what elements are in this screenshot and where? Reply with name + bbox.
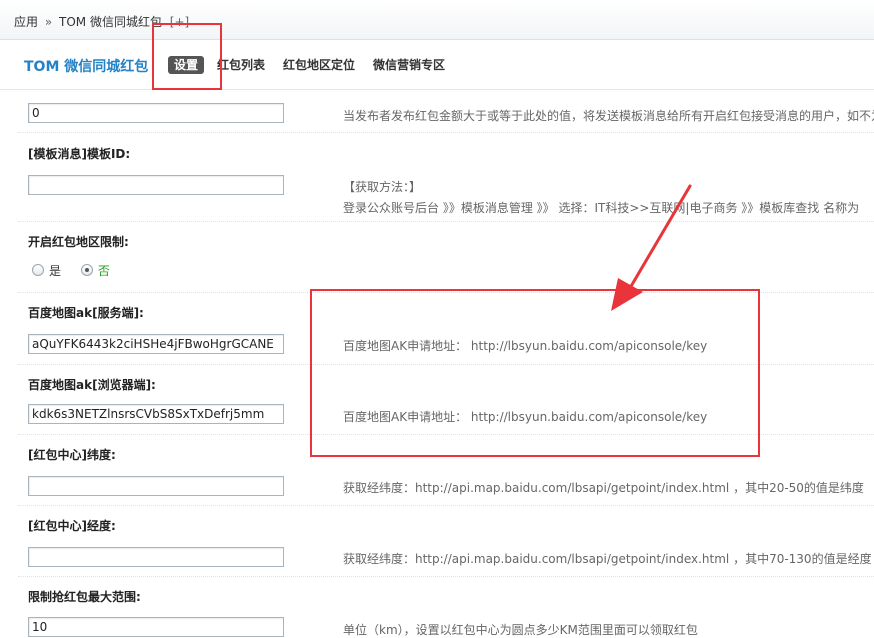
annotation-arrow-icon [611,184,692,311]
